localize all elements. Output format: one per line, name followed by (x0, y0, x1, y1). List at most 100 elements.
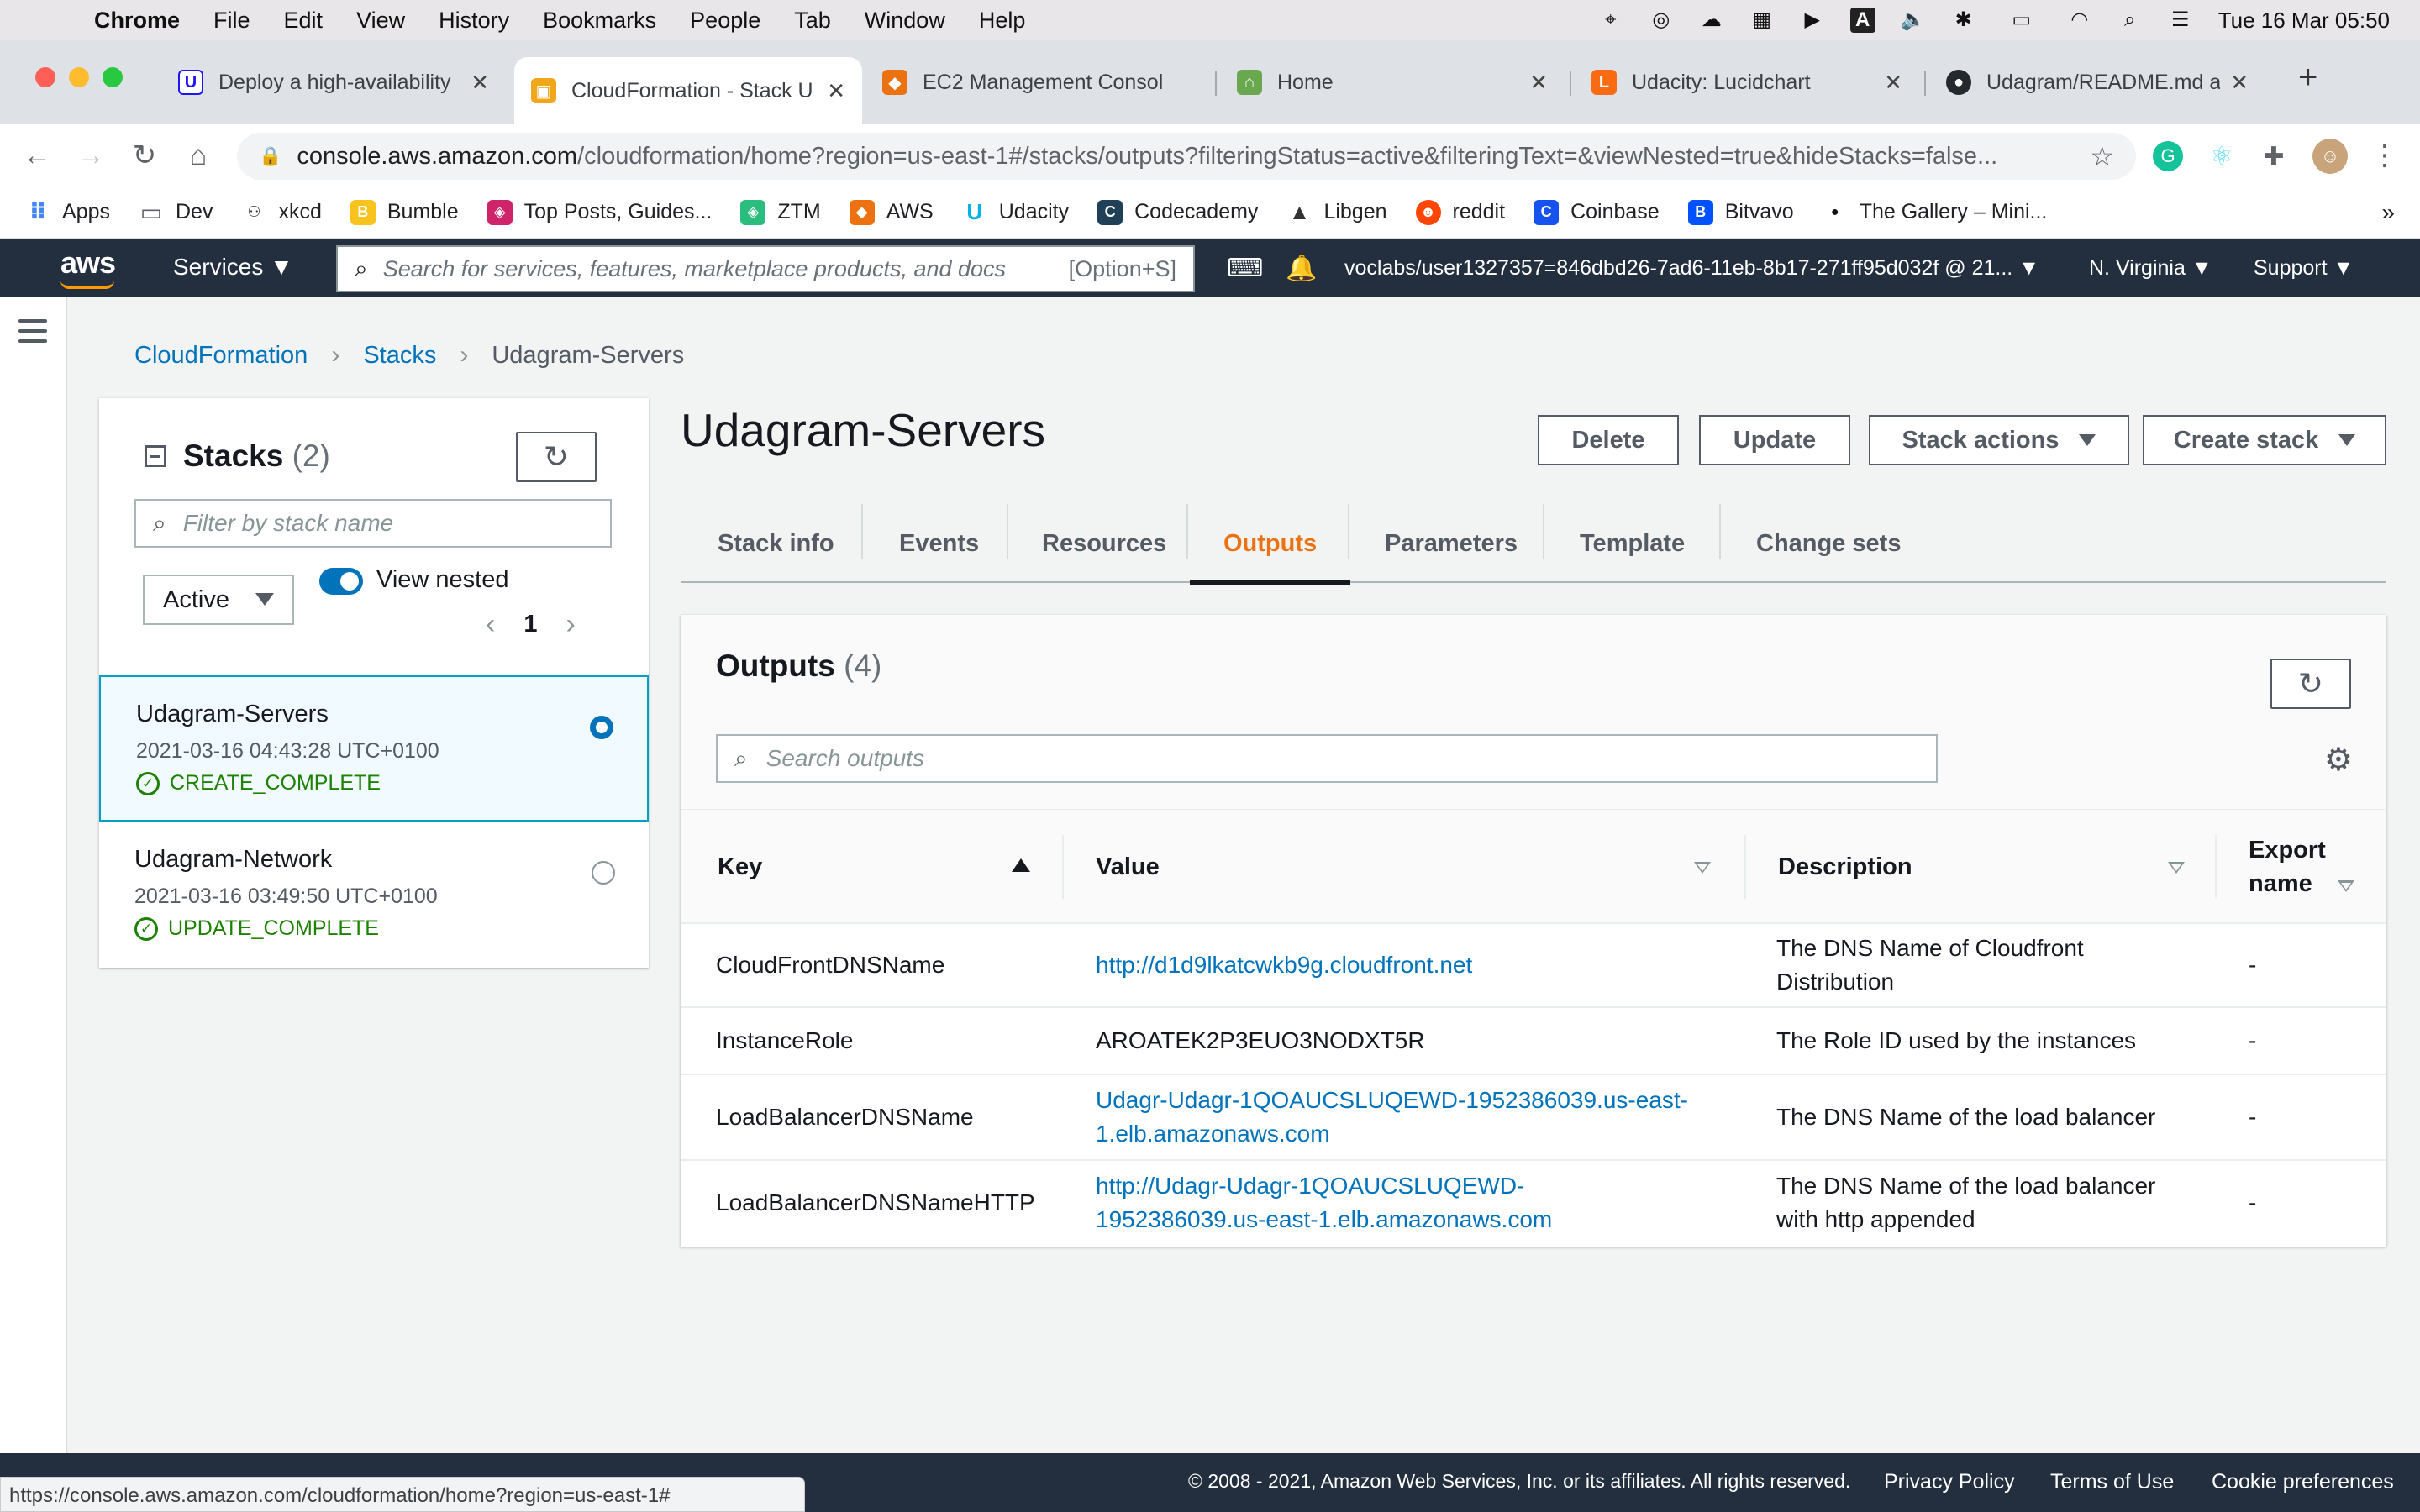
menu-tab[interactable]: Tab (794, 8, 831, 34)
stack-name[interactable]: Udagram-Servers (136, 701, 329, 728)
weather-icon[interactable]: ☁ (1699, 8, 1724, 33)
more-bookmarks-icon[interactable]: » (2381, 199, 2395, 226)
create-stack-button[interactable]: Create stack (2143, 415, 2386, 465)
output-value-link[interactable]: http://d1d9lkatcwkb9g.cloudfront.net (1096, 924, 1472, 1006)
input-source-icon[interactable]: A (1849, 8, 1876, 33)
close-window-button[interactable] (35, 67, 55, 87)
tab-events[interactable]: Events (899, 504, 979, 583)
browser-tab[interactable]: ● Udagram/README.md at ✕ (1929, 57, 2265, 108)
bookmark-bumble[interactable]: B Bumble (350, 199, 459, 225)
sort-icon[interactable] (2168, 862, 2185, 874)
cloudshell-icon[interactable]: ⌨ (1227, 239, 1263, 297)
back-icon[interactable]: ← (20, 139, 54, 172)
bookmark-codecademy[interactable]: C Codecademy (1097, 199, 1258, 225)
output-value-link[interactable]: http://Udagr-Udagr-1QOAUCSLUQEWD- 195238… (1096, 1161, 1552, 1245)
sort-ascending-icon[interactable] (1012, 858, 1030, 872)
menu-window[interactable]: Window (865, 8, 945, 34)
menu-edit[interactable]: Edit (284, 8, 324, 34)
menu-people[interactable]: People (690, 8, 760, 34)
breadcrumb-cloudformation[interactable]: CloudFormation (134, 342, 308, 370)
filter-stacks-input[interactable]: ⌕ Filter by stack name (134, 499, 612, 548)
delete-button[interactable]: Delete (1538, 415, 1679, 465)
support-menu[interactable]: Support ▼ (2254, 239, 2354, 297)
forward-icon[interactable]: → (74, 139, 108, 172)
account-menu[interactable]: voclabs/user1327357=846dbd26-7ad6-11eb-8… (1344, 239, 2039, 297)
column-description[interactable]: Description (1778, 810, 1912, 924)
stack-list-item[interactable]: Udagram-Network 2021-03-16 03:49:50 UTC+… (99, 822, 649, 968)
cookie-preferences-link[interactable]: Cookie preferences (2212, 1470, 2394, 1494)
bookmark-coinbase[interactable]: C Coinbase (1534, 199, 1660, 225)
current-page[interactable]: 1 (523, 611, 537, 638)
tab-change-sets[interactable]: Change sets (1756, 504, 1901, 583)
new-tab-icon[interactable]: + (2298, 59, 2317, 97)
volume-icon[interactable]: 🔈 (1901, 8, 1926, 33)
bookmark-udacity[interactable]: U Udacity (962, 199, 1069, 225)
bookmark-star-icon[interactable]: ☆ (2090, 140, 2114, 172)
layout-icon[interactable]: ▦ (1749, 8, 1775, 33)
menu-file[interactable]: File (213, 8, 250, 34)
bookmark-bitvavo[interactable]: B Bitvavo (1687, 199, 1794, 225)
output-value-line2[interactable]: 1.elb.amazonaws.com (1096, 1117, 1330, 1151)
close-tab-icon[interactable]: ✕ (471, 70, 489, 96)
play-icon[interactable]: ▶ (1800, 8, 1825, 33)
aws-logo[interactable]: aws (60, 245, 116, 281)
hamburger-menu-icon[interactable] (18, 319, 47, 349)
next-page-icon[interactable]: › (566, 608, 575, 641)
browser-tab[interactable]: L Udacity: Lucidchart ✕ (1575, 57, 1919, 108)
bookmark-top-posts[interactable]: ◈ Top Posts, Guides... (487, 199, 712, 225)
output-value-line2[interactable]: 1952386039.us-east-1.elb.amazonaws.com (1096, 1203, 1552, 1236)
search-outputs-input[interactable]: ⌕ Search outputs (716, 734, 1938, 783)
extensions-icon[interactable]: ✚ (2259, 141, 2289, 171)
menu-chrome[interactable]: Chrome (94, 8, 180, 34)
address-bar[interactable]: 🔒 console.aws.amazon.com /cloudformation… (237, 133, 2136, 180)
output-value-line1[interactable]: Udagr-Udagr-1QOAUCSLUQEWD-1952386039.us-… (1096, 1084, 1688, 1117)
close-tab-icon[interactable]: ✕ (1884, 70, 1902, 96)
tab-parameters[interactable]: Parameters (1385, 504, 1518, 583)
bookmark-apps[interactable]: ⠿ Apps (25, 199, 110, 225)
menu-history[interactable]: History (439, 8, 509, 34)
stack-list-item-selected[interactable]: Udagram-Servers 2021-03-16 04:43:28 UTC+… (99, 675, 649, 822)
refresh-stacks-button[interactable]: ↻ (516, 432, 597, 482)
refresh-outputs-button[interactable]: ↻ (2270, 659, 2351, 709)
chrome-menu-icon[interactable]: ⋮ (2368, 139, 2402, 172)
wifi-icon[interactable]: ◠ (2067, 8, 2092, 33)
update-button[interactable]: Update (1699, 415, 1850, 465)
notifications-bell-icon[interactable]: 🔔 (1286, 239, 1317, 297)
browser-tab[interactable]: U Deploy a high-availability ✕ (161, 57, 506, 108)
breadcrumb-stacks[interactable]: Stacks (363, 342, 436, 370)
minimize-window-button[interactable] (69, 67, 89, 87)
previous-page-icon[interactable]: ‹ (486, 608, 495, 641)
sort-icon[interactable] (1694, 862, 1711, 874)
reload-icon[interactable]: ↻ (128, 139, 161, 172)
creative-cloud-icon[interactable]: ◎ (1649, 8, 1674, 33)
view-nested-toggle[interactable] (319, 568, 363, 595)
spotlight-icon[interactable]: ⌕ (2118, 8, 2143, 33)
sort-icon[interactable] (2338, 880, 2354, 892)
services-menu[interactable]: Services ▼ (173, 254, 293, 281)
bookmark-reddit[interactable]: ☻ reddit (1415, 199, 1505, 225)
output-value-line1[interactable]: http://d1d9lkatcwkb9g.cloudfront.net (1096, 948, 1472, 982)
battery-icon[interactable]: ▭ (2002, 8, 2042, 33)
bookmark-libgen[interactable]: ▲ Libgen (1286, 199, 1387, 225)
close-tab-icon[interactable]: ✕ (2230, 70, 2249, 96)
home-icon[interactable]: ⌂ (182, 139, 215, 172)
tab-resources[interactable]: Resources (1042, 504, 1166, 583)
clock[interactable]: Tue 16 Mar 05:50 (2218, 8, 2390, 34)
browser-tab[interactable]: ◆ EC2 Management Consol (865, 57, 1212, 108)
control-center-icon[interactable]: ☰ (2168, 8, 2193, 33)
lock-icon[interactable]: 🔒 (259, 145, 281, 167)
collapse-panel-icon[interactable] (145, 445, 166, 467)
bookmark-ztm[interactable]: ◈ ZTM (740, 199, 821, 225)
tab-stack-info[interactable]: Stack info (718, 504, 834, 583)
stack-radio-selected[interactable] (590, 716, 613, 739)
react-devtools-icon[interactable]: ⚛ (2207, 141, 2237, 171)
gear-icon[interactable]: ⚙ (2324, 741, 2353, 779)
aws-search-input[interactable]: ⌕ Search for services, features, marketp… (336, 245, 1195, 292)
menu-help[interactable]: Help (979, 8, 1026, 34)
menu-bookmarks[interactable]: Bookmarks (543, 8, 656, 34)
bluetooth-icon[interactable]: ✱ (1951, 8, 1976, 33)
column-value[interactable]: Value (1096, 810, 1160, 924)
close-tab-icon[interactable]: ✕ (1529, 70, 1548, 96)
output-value-line1[interactable]: http://Udagr-Udagr-1QOAUCSLUQEWD- (1096, 1169, 1524, 1203)
browser-tab[interactable]: ⌂ Home ✕ (1220, 57, 1565, 108)
